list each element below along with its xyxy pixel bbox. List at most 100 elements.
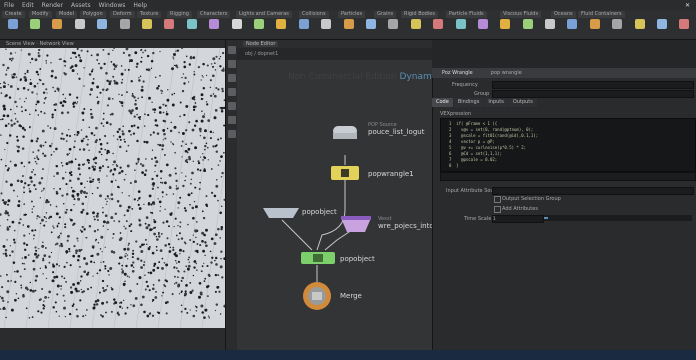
particle (151, 251, 155, 255)
particle (171, 293, 174, 296)
particle (110, 216, 114, 220)
breadcrumb[interactable]: obj / dopnet1 (245, 51, 278, 57)
wire (281, 219, 313, 251)
particle (111, 97, 114, 100)
particle (133, 115, 136, 118)
particle (6, 69, 8, 71)
shelf-tool-button[interactable] (674, 12, 695, 38)
shelf-tab[interactable]: Model (56, 11, 78, 18)
particle (23, 165, 26, 168)
group-field[interactable] (492, 90, 694, 98)
particle (125, 150, 128, 152)
flag-icon[interactable] (228, 130, 236, 138)
particle (28, 317, 31, 319)
particle (12, 238, 16, 241)
shelf-tab[interactable]: Deform (110, 11, 135, 18)
particle (207, 119, 211, 122)
particle (31, 171, 33, 173)
shelf-tab[interactable]: Modify (29, 11, 52, 18)
particle (32, 267, 36, 271)
particle (119, 232, 122, 234)
shelf-tab[interactable]: Collisions (299, 11, 329, 18)
particle (137, 190, 141, 193)
particle (76, 103, 78, 105)
scene-viewport[interactable] (0, 48, 225, 328)
add-attributes-checkbox[interactable] (494, 206, 501, 213)
particle (207, 273, 211, 277)
particle (79, 56, 82, 59)
particle (58, 216, 61, 219)
shelf-tab[interactable]: Viscous Fluids (500, 11, 542, 18)
particle (193, 71, 195, 73)
time-scale-slider[interactable] (544, 215, 692, 221)
particle (141, 164, 145, 167)
particle (65, 250, 69, 254)
select-icon[interactable] (228, 46, 236, 54)
slider-handle[interactable] (544, 217, 548, 219)
particle (217, 274, 220, 277)
shelf-tab[interactable]: Fluid Containers (578, 11, 625, 18)
tab-outputs[interactable]: Outputs (508, 98, 537, 107)
output-group-checkbox[interactable] (494, 196, 501, 203)
timeline-bar[interactable] (0, 328, 225, 350)
menu-edit[interactable]: Edit (22, 2, 34, 9)
frequency-field[interactable] (492, 81, 694, 89)
particle (147, 223, 151, 227)
shelf-tab[interactable]: Polygon (80, 11, 106, 18)
particle (41, 190, 43, 192)
menu-file[interactable]: File (4, 2, 14, 9)
node-popobject-left[interactable] (263, 208, 299, 218)
particle (31, 208, 33, 210)
particle (59, 187, 62, 190)
particle (116, 312, 119, 315)
shelf-tab[interactable]: Particles (338, 11, 366, 18)
particle (24, 72, 27, 75)
pan-icon[interactable] (228, 60, 236, 68)
grid-icon[interactable] (228, 116, 236, 124)
shelf-tab[interactable]: Texture (137, 11, 162, 18)
tool-icon (321, 18, 332, 29)
menu-windows[interactable]: Windows (99, 2, 126, 9)
particle (55, 310, 58, 313)
tab-node-editor[interactable]: Node Editor (243, 41, 279, 47)
particle (164, 120, 167, 123)
shelf-tab[interactable]: Rigid Bodies (401, 11, 438, 18)
particle (15, 293, 18, 295)
shelf-tab[interactable]: Rigging (167, 11, 192, 18)
menu-assets[interactable]: Assets (71, 2, 91, 9)
tab-bindings[interactable]: Bindings (453, 98, 484, 107)
shelf-tab[interactable]: Lights and Cameras (236, 11, 292, 18)
shelf-tab[interactable]: Particle Fluids (446, 11, 487, 18)
menu-help[interactable]: Help (133, 2, 147, 9)
particle (2, 85, 6, 89)
node-vex[interactable] (341, 218, 371, 232)
particle (88, 224, 92, 228)
particle (23, 242, 26, 245)
code-scrollbar[interactable] (440, 172, 696, 181)
network-editor[interactable] (237, 60, 432, 350)
shelf-tab[interactable]: Create (2, 11, 25, 18)
particle (23, 128, 27, 132)
zoom-icon[interactable] (228, 74, 236, 82)
particle (160, 92, 163, 94)
particle (86, 50, 89, 53)
particle (144, 49, 147, 52)
tab-code[interactable]: Code (432, 98, 453, 107)
shelf-tool-button[interactable] (651, 12, 672, 38)
tab-inputs[interactable]: Inputs (484, 98, 508, 107)
input-sources-dropdown[interactable] (492, 187, 694, 195)
time-scale-field[interactable]: 1 (492, 215, 544, 223)
shelf-tab[interactable]: Characters (197, 11, 231, 18)
note-icon[interactable] (228, 88, 236, 96)
close-icon[interactable]: ✕ (685, 2, 690, 9)
particle (64, 64, 67, 67)
shelf-tool-button[interactable] (629, 12, 650, 38)
particle (13, 229, 16, 232)
vex-code-editor[interactable]: 1 if( @Frame < 1 ){ 2 v@v = set(0, rand(… (440, 118, 696, 172)
menu-render[interactable]: Render (42, 2, 63, 9)
shelf-tab[interactable]: Oceans (551, 11, 576, 18)
particle (29, 82, 33, 86)
particle (205, 142, 208, 145)
layout-icon[interactable] (228, 102, 236, 110)
shelf-tab[interactable]: Grains (374, 11, 397, 18)
